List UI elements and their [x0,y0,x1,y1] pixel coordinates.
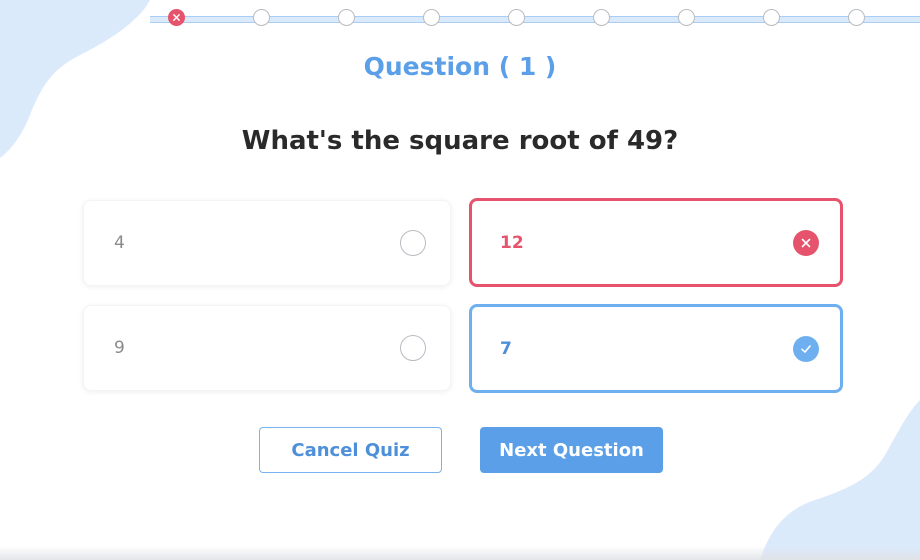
answer-option-label: 12 [500,232,524,253]
progress-step-9 [848,9,865,26]
wrong-answer-badge [793,229,819,256]
answer-option-wrong[interactable]: 12 [469,198,843,287]
progress-step-3 [338,9,355,26]
quiz-progress-bar [0,0,920,40]
check-icon [801,344,811,353]
answer-option[interactable]: 4 [83,200,451,286]
correct-answer-badge [793,335,819,362]
close-icon [801,238,811,247]
progress-step-8 [763,9,780,26]
next-question-button[interactable]: Next Question [480,427,663,473]
answer-option-label: 4 [114,233,125,253]
question-number: Question ( 1 ) [363,52,557,81]
close-icon [173,14,180,21]
bottom-edge-shadow [0,546,920,560]
progress-step-2 [253,9,270,26]
progress-step-4 [423,9,440,26]
answer-option-correct[interactable]: 7 [469,304,843,393]
progress-step-7 [678,9,695,26]
answer-option-label: 9 [114,338,125,358]
question-text: What's the square root of 49? [241,126,679,156]
answer-option-label: 7 [500,338,512,359]
progress-step-1 [168,9,185,26]
progress-step-5 [508,9,525,26]
background-blob-bottom-right [760,400,920,560]
answer-option[interactable]: 9 [83,305,451,391]
radio-button[interactable] [400,335,426,361]
radio-button[interactable] [400,230,426,256]
cancel-quiz-button[interactable]: Cancel Quiz [259,427,442,473]
progress-step-6 [593,9,610,26]
